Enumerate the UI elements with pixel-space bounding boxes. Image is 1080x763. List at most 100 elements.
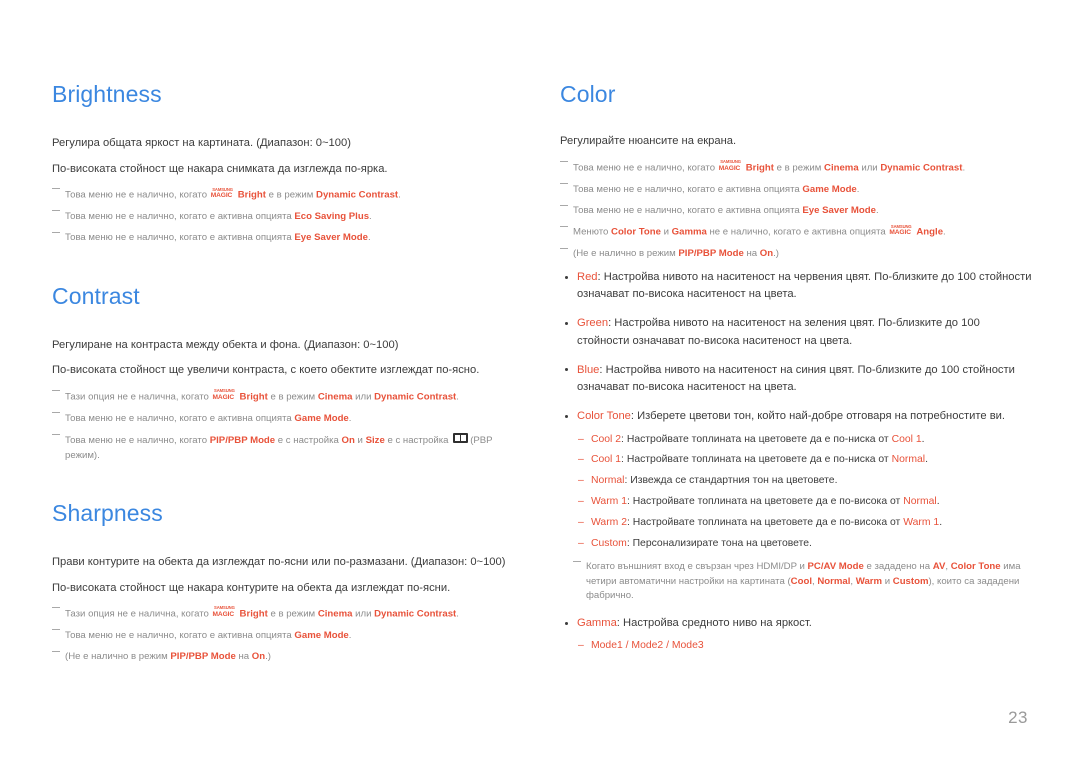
note-highlight: Color Tone: [611, 227, 661, 239]
note-text: е зададено на: [863, 561, 933, 573]
magic-logo-bottom: MAGIC: [718, 164, 741, 172]
note-highlight: Warm: [855, 575, 883, 587]
note-text: .): [773, 248, 779, 260]
option-text: : Настройва средното ниво на яркост.: [616, 616, 812, 629]
note-highlight: Normal: [817, 575, 851, 587]
note-text: е в режим: [267, 391, 318, 403]
note-highlight: PIP/PBP Mode: [678, 248, 744, 260]
sharpness-note-2: Това меню не е налично, когато е активна…: [52, 629, 524, 643]
note-text: .: [369, 211, 372, 222]
option-text: : Настройва нивото на наситеност на зеле…: [577, 317, 980, 347]
list-item: Green: Настройва нивото на наситеност на…: [560, 315, 1032, 350]
option-label: Green: [577, 317, 609, 330]
note-text: .: [348, 412, 352, 424]
note-highlight: Eco Saving Plus: [294, 211, 370, 222]
sharpness-note-3: (Не е налично в режим PIP/PBP Mode на On…: [52, 650, 524, 664]
note-highlight: Cinema: [317, 391, 353, 403]
note-highlight: Dynamic Contrast: [374, 608, 457, 620]
contrast-note-2: Това меню не е налично, когато е активна…: [52, 412, 524, 426]
note-highlight: Color Tone: [950, 561, 1001, 573]
section-sharpness: Sharpness Прави контурите на обекта да и…: [52, 500, 524, 665]
note-text: е с настройка: [384, 435, 452, 447]
list-item: Warm 1: Настройвате топлината на цветове…: [577, 494, 1032, 510]
color-note-2: Това меню не е налично, когато е активна…: [560, 183, 1032, 197]
section-contrast: Contrast Регулиране на контраста между о…: [52, 283, 524, 463]
page-number: 23: [1008, 708, 1028, 727]
note-dash-icon: [560, 183, 568, 185]
note-dash-icon: [52, 412, 60, 414]
note-highlight: PC/AV Mode: [807, 561, 864, 573]
sharpness-notes: Тази опция не е налична, когато SAMSUNG M…: [52, 605, 524, 665]
subitem-text: : Персонализирате тона на цветовете.: [626, 537, 812, 549]
subitem-text: .: [936, 496, 940, 508]
note-text: е в режим: [267, 608, 318, 620]
subitem-label: Warm 2: [591, 516, 627, 528]
manual-page: Brightness Регулира общата яркост на кар…: [0, 0, 1080, 763]
note-text: Менюто: [573, 227, 612, 239]
subitem-label: Cool 1: [591, 454, 622, 466]
note-highlight: Bright: [239, 608, 268, 620]
note-highlight: Eye Saver Mode: [294, 232, 368, 244]
subitem-text: : Извежда се стандартния тон на цветовет…: [624, 475, 838, 487]
note-dash-icon: [52, 390, 60, 392]
note-text: е с настройка: [275, 435, 342, 447]
sharpness-description-2: По-високата стойност ще накара контурите…: [52, 581, 451, 594]
color-note-3: Това меню не е налично, когато е активна…: [560, 204, 1032, 218]
note-text: .: [367, 232, 371, 244]
gamma-sublist: Mode1 / Mode2 / Mode3: [577, 638, 1032, 654]
note-dash-icon: [52, 650, 60, 653]
note-highlight: Bright: [745, 162, 774, 174]
note-dash-icon: [560, 204, 568, 207]
section-color: Color Регулирайте нюансите на екрана. То…: [560, 81, 1032, 655]
note-highlight: Angle: [916, 227, 944, 239]
subitem-text: .: [921, 433, 925, 445]
note-highlight: Bright: [239, 391, 268, 403]
note-highlight: Size: [365, 435, 385, 447]
samsung-magic-logo: SAMSUNG MAGIC: [213, 388, 240, 401]
option-label: Red: [577, 270, 598, 283]
list-item: Gamma: Настройва средното ниво на яркост…: [560, 615, 1032, 655]
contrast-note-1: Тази опция не е налична, когато SAMSUNG M…: [52, 388, 524, 405]
contrast-note-3: Това меню не е налично, когато PIP/PBP M…: [52, 433, 524, 463]
note-highlight: Game Mode: [802, 183, 857, 195]
note-text: или: [352, 608, 375, 620]
list-item: Normal: Извежда се стандартния тон на цв…: [577, 473, 1032, 489]
color-note-4: Менюто Color Tone и Gamma не е налично, …: [560, 224, 1032, 240]
note-highlight: Bright: [237, 189, 266, 201]
samsung-magic-logo: SAMSUNG MAGIC: [213, 605, 240, 618]
note-highlight: Dynamic Contrast: [880, 162, 963, 174]
note-text: е в режим: [773, 162, 825, 174]
note-text: Това меню не е налично, когато е активна…: [573, 183, 803, 195]
note-text: Това меню не е налично, когато е активна…: [65, 232, 295, 244]
list-item: Cool 1: Настройвате топлината на цветове…: [577, 452, 1032, 468]
note-text: и: [882, 575, 893, 587]
note-text: Това меню не е налично, когато: [65, 435, 210, 447]
list-item: Warm 2: Настройвате топлината на цветове…: [577, 515, 1032, 531]
note-text: не е налично, когато е активна опцията: [706, 227, 889, 239]
note-text: .: [456, 391, 459, 403]
note-text: .: [875, 205, 879, 217]
option-text: : Настройва нивото на наситеност на черв…: [577, 270, 1032, 301]
brightness-note-2: Това меню не е налично, когато е активна…: [52, 210, 524, 224]
note-text: Това меню не е налично, когато е активна…: [573, 205, 803, 217]
note-text: .: [456, 608, 459, 620]
subitem-text: .: [925, 454, 928, 466]
color-note-5: (Не е налично в режим PIP/PBP Mode на On…: [560, 247, 1032, 261]
list-item: Mode1 / Mode2 / Mode3: [577, 638, 1032, 654]
note-highlight: PIP/PBP Mode: [170, 651, 236, 663]
subitem-ref: Cool 1: [891, 433, 922, 445]
note-text: Тази опция не е налична, когато: [65, 608, 212, 620]
subitem-text: : Настройвате топлината на цветовете да …: [621, 454, 892, 466]
note-highlight: Eye Saver Mode: [802, 205, 876, 217]
samsung-magic-logo: SAMSUNG MAGIC: [718, 159, 746, 172]
subitem-text: : Настройвате топлината на цветовете да …: [621, 433, 892, 445]
list-item: Custom: Персонализирате тона на цветовет…: [577, 536, 1032, 552]
note-dash-icon: [52, 188, 60, 190]
option-text: : Настройва нивото на наситеност на сини…: [577, 363, 1015, 394]
list-item: Color Tone: Изберете цветови тон, който …: [560, 408, 1032, 604]
option-label: Blue: [577, 363, 600, 376]
magic-logo-bottom: MAGIC: [210, 192, 233, 200]
subitem-label: Warm 1: [591, 496, 627, 508]
note-text: .: [856, 183, 860, 195]
note-highlight: Dynamic Contrast: [316, 189, 399, 201]
